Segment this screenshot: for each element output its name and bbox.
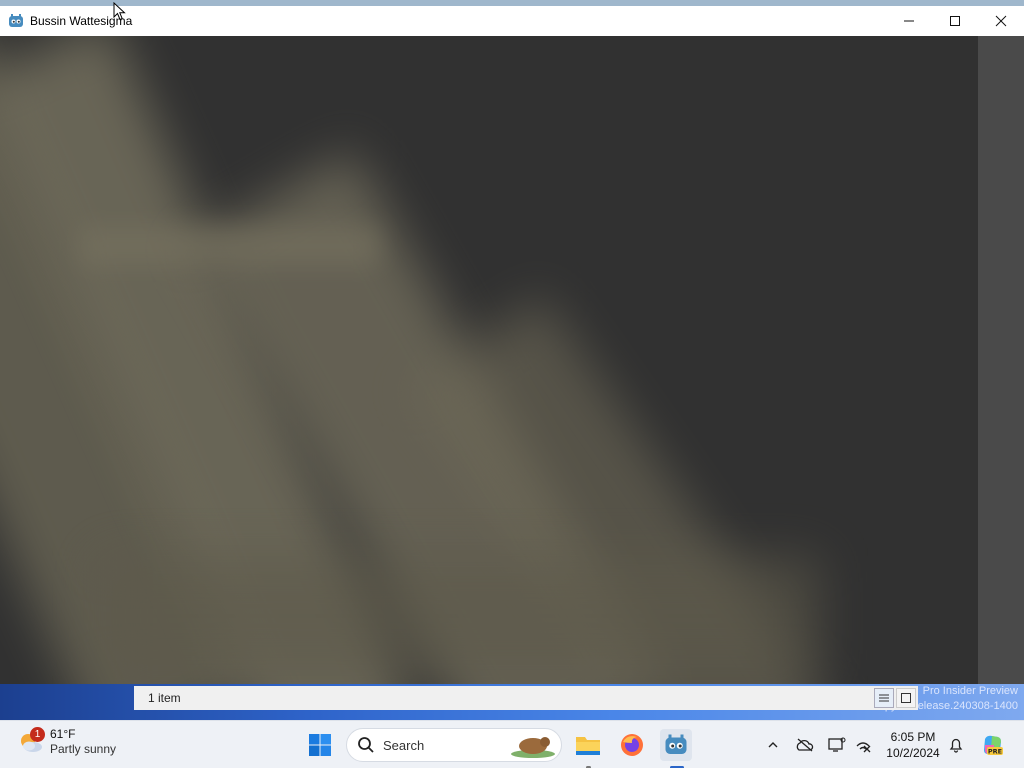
taskbar: 1 61°F Partly sunny Search 6:05 PM 10/2/… — [0, 720, 1024, 768]
taskbar-search-box[interactable]: Search — [346, 728, 562, 762]
partly-sunny-icon: 1 — [18, 727, 45, 755]
weather-temperature: 61°F — [50, 727, 76, 741]
weather-badge: 1 — [30, 727, 45, 742]
tiles-view-icon — [901, 693, 911, 703]
maximize-button[interactable] — [932, 6, 978, 36]
search-icon — [358, 737, 374, 753]
firefox-icon — [621, 734, 643, 756]
network-icon — [856, 742, 871, 753]
window-frame-shadow — [80, 226, 380, 266]
onedrive-off-icon — [796, 738, 814, 752]
clock-time: 6:05 PM — [890, 730, 936, 744]
close-button[interactable] — [978, 6, 1024, 36]
copilot-icon: PRE — [984, 735, 1003, 756]
weather-widget[interactable]: 1 61°F Partly sunny — [18, 727, 116, 757]
firefox-button[interactable] — [616, 729, 648, 761]
floor-glow — [100, 556, 820, 676]
display-icon — [828, 737, 846, 752]
chevron-up-icon — [768, 742, 778, 748]
clock-date: 10/2/2024 — [886, 746, 940, 760]
item-count: 1 item — [148, 691, 181, 705]
network-tray-button[interactable] — [853, 735, 873, 755]
minimize-button[interactable] — [886, 6, 932, 36]
title-bar[interactable]: Bussin Wattesigma — [0, 6, 1024, 36]
onedrive-tray-button[interactable] — [795, 735, 815, 755]
mouse-cursor-icon — [113, 2, 126, 21]
notifications-button[interactable] — [946, 735, 966, 755]
windows-start-icon — [309, 734, 331, 756]
start-button[interactable] — [304, 729, 336, 761]
copilot-button[interactable]: PRE — [980, 732, 1006, 758]
details-view-button[interactable] — [874, 688, 894, 708]
search-label: Search — [383, 737, 425, 753]
show-hidden-icons-button[interactable] — [763, 735, 783, 755]
copilot-badge: PRE — [988, 748, 1002, 756]
explorer-status-bar: 1 item — [134, 686, 918, 710]
folder-icon — [576, 737, 600, 755]
close-icon — [995, 15, 1007, 27]
tiles-view-button[interactable] — [896, 688, 916, 708]
search-highlight-icon — [511, 737, 555, 758]
file-explorer-button[interactable] — [572, 729, 604, 761]
notification-bell-icon — [949, 738, 963, 753]
minimize-icon — [904, 20, 914, 22]
game-viewport[interactable] — [0, 36, 978, 684]
app-window: Bussin Wattesigma — [0, 6, 1024, 684]
display-tray-button[interactable] — [827, 735, 847, 755]
taskbar-clock[interactable]: 6:05 PM 10/2/2024 — [880, 729, 946, 761]
details-view-icon — [879, 694, 889, 702]
watermark-line-1: Pro Insider Preview — [922, 685, 1018, 697]
godot-taskbar-button[interactable] — [660, 729, 692, 761]
godot-icon — [9, 14, 23, 27]
godot-icon — [665, 734, 687, 754]
weather-condition: Partly sunny — [50, 742, 117, 756]
side-strip — [978, 36, 1024, 684]
maximize-icon — [950, 16, 960, 26]
